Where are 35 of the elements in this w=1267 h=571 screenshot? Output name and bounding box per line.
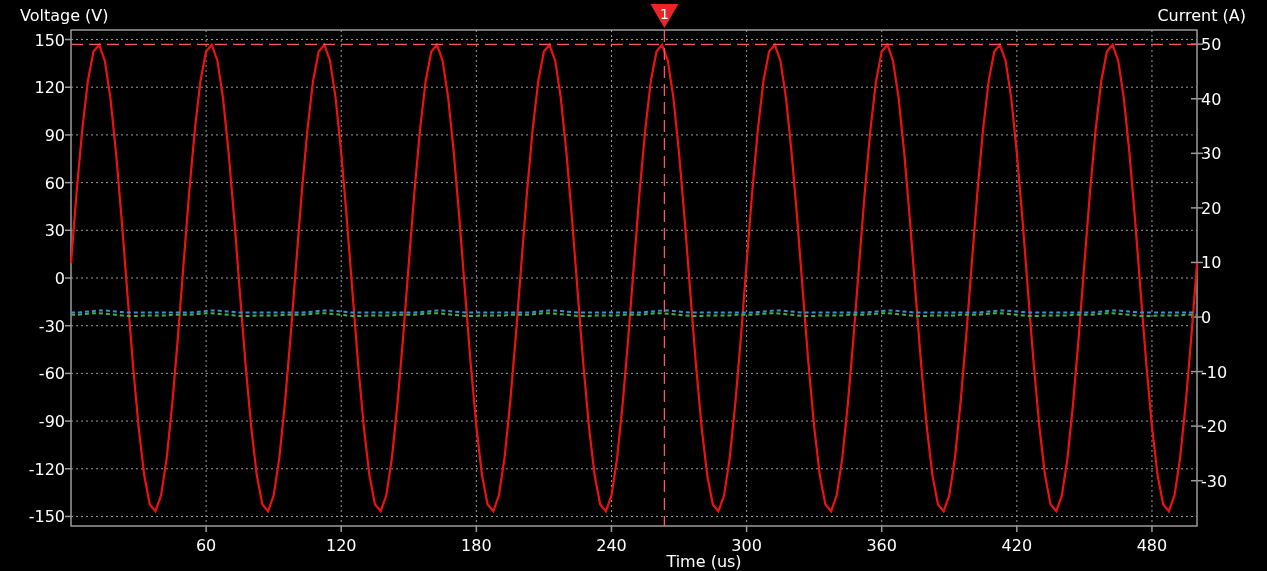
- cursor-line[interactable]: [663, 29, 666, 527]
- axis-tick-label: -60: [38, 364, 65, 384]
- axis-tick-label: 0: [54, 269, 65, 288]
- axis-tick-label: 150: [34, 30, 65, 50]
- axis-tick-label: 480: [1136, 536, 1168, 555]
- axis-tick-label: -90: [38, 412, 65, 432]
- axis-title: Current (A): [1157, 6, 1246, 25]
- axis-tick-label: -150: [28, 507, 65, 527]
- axis-tick-label: 50: [1201, 35, 1222, 55]
- axis-tick-label: -120: [28, 459, 65, 479]
- annotation: 1: [659, 6, 669, 22]
- axis-tick-label: -20: [1201, 417, 1228, 437]
- axis-tick-label: 300: [731, 536, 762, 555]
- axis-tick-label: 30: [1201, 144, 1222, 164]
- axis-tick-label: 60: [44, 173, 65, 193]
- axis-tick-label: 240: [596, 536, 627, 555]
- axis-tick-label: 30: [44, 221, 65, 241]
- axis-title: Voltage (V): [20, 6, 109, 25]
- axis-tick-label: -10: [1201, 362, 1228, 382]
- cursor-marker[interactable]: 1: [650, 4, 679, 28]
- axis-tick-label: 120: [34, 78, 65, 98]
- axis-tick-label: 90: [44, 125, 65, 145]
- axis-tick-label: 60: [195, 536, 217, 555]
- axis-tick-label: 20: [1201, 198, 1222, 218]
- axis-tick-label: 360: [866, 536, 897, 555]
- axis-tick-label: -30: [1201, 471, 1228, 491]
- axis-tick-label: 120: [325, 536, 357, 555]
- axis-tick-label: -30: [38, 316, 65, 336]
- axis-tick-label: 180: [461, 536, 492, 555]
- cursor-line[interactable]: [70, 43, 1198, 45]
- axis-tick-label: 0: [1201, 308, 1212, 327]
- axis-tick-label: 420: [1001, 536, 1033, 555]
- axis-title: Time (us): [666, 552, 742, 571]
- axis-tick-label: 40: [1201, 89, 1222, 109]
- axis-tick-label: 10: [1201, 253, 1222, 273]
